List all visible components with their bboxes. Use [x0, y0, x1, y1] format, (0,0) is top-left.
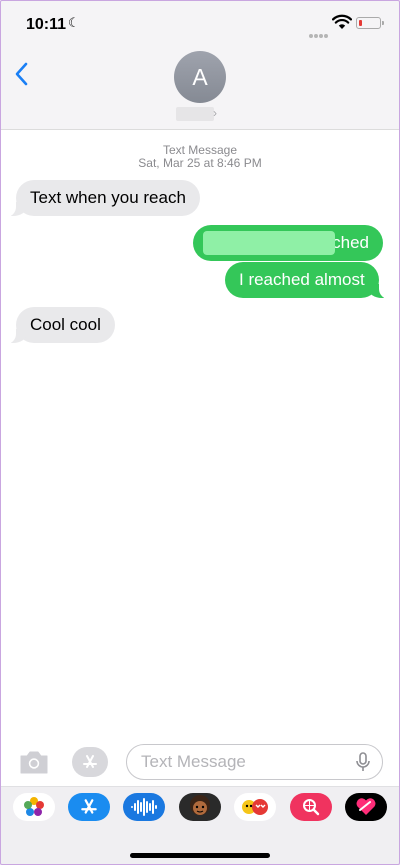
message-input[interactable]	[126, 744, 383, 780]
audio-message-icon[interactable]	[123, 793, 165, 821]
message-text: ched	[332, 233, 369, 252]
message-text: I reached almost	[239, 270, 365, 289]
contact-avatar[interactable]: A	[174, 51, 226, 103]
animoji-stickers-icon[interactable]	[234, 793, 276, 821]
cellular-signal-icon	[309, 25, 329, 43]
home-indicator	[130, 853, 270, 858]
message-bubble-outgoing[interactable]: I reached almost	[225, 262, 389, 299]
wifi-icon	[332, 14, 352, 29]
memoji-icon[interactable]	[179, 793, 221, 821]
microphone-icon[interactable]	[355, 752, 371, 772]
message-timestamp: Sat, Mar 25 at 8:46 PM	[138, 156, 262, 170]
message-text: Cool cool	[30, 315, 101, 334]
redacted-text	[203, 231, 335, 255]
app-store-icon[interactable]	[68, 793, 110, 821]
message-bubble-incoming[interactable]: Text when you reach	[6, 180, 200, 217]
app-store-icon	[83, 755, 97, 768]
status-time: 10:11	[26, 16, 67, 33]
message-type-label: Text Message	[162, 143, 238, 157]
back-button[interactable]	[14, 62, 34, 90]
contact-name-redacted[interactable]	[176, 107, 214, 121]
chevron-left-icon	[15, 62, 28, 86]
app-drawer	[0, 786, 400, 865]
chevron-right-icon[interactable]: ›	[213, 106, 217, 120]
digital-touch-icon[interactable]	[345, 793, 387, 821]
conversation-header: 10:11 ☾ A ›	[0, 0, 400, 130]
search-images-icon[interactable]	[290, 793, 332, 821]
app-store-button[interactable]	[72, 747, 108, 777]
focus-moon-icon: ☾	[68, 15, 80, 30]
photos-icon[interactable]	[13, 793, 55, 821]
message-bubble-outgoing[interactable]: ched	[193, 225, 383, 261]
message-text: Text when you reach	[30, 188, 186, 207]
avatar-initial: A	[192, 63, 208, 90]
battery-icon	[356, 17, 384, 29]
camera-icon[interactable]	[18, 748, 50, 776]
message-bubble-incoming[interactable]: Cool cool	[6, 307, 115, 344]
